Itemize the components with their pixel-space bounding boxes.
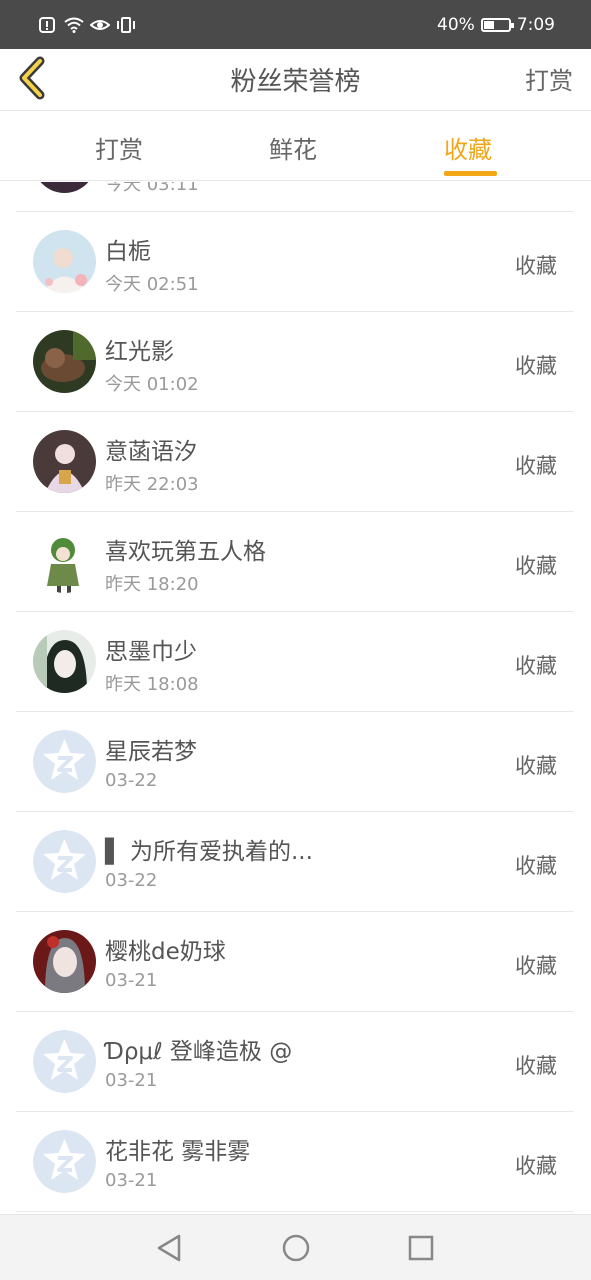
- chevron-left-icon: [19, 56, 45, 100]
- list-item[interactable]: 思墨巾少 昨天 18:08 收藏: [16, 612, 574, 712]
- default-avatar-icon: [33, 1130, 96, 1193]
- wifi-icon: [64, 17, 84, 33]
- list-item[interactable]: 星辰若梦 03-22 收藏: [16, 712, 574, 812]
- list-item[interactable]: 花非花 雾非雾 03-21 收藏: [16, 1112, 574, 1212]
- list-item-time: 03-21: [105, 1070, 158, 1091]
- list-item-action: 收藏: [515, 854, 557, 878]
- list-item[interactable]: 白栀 今天 02:51 收藏: [16, 212, 574, 312]
- page-title: 粉丝荣誉榜: [230, 67, 361, 97]
- back-button[interactable]: [14, 55, 54, 101]
- tab-bar: 打赏 鲜花 收藏: [0, 112, 591, 181]
- avatar: [33, 930, 96, 993]
- status-right: 40% 7:09: [437, 15, 555, 35]
- list-item[interactable]: ▌ 为所有爱执着的... 03-22 收藏: [16, 812, 574, 912]
- alert-icon: [38, 16, 56, 33]
- list-item-name: 喜欢玩第五人格: [105, 539, 266, 565]
- list-item-action: 收藏: [515, 254, 557, 278]
- nav-back-button[interactable]: [155, 1233, 185, 1263]
- eye-icon: [89, 17, 111, 33]
- list-item-name: 樱桃de奶球: [105, 939, 226, 965]
- nav-back-icon: [157, 1234, 181, 1262]
- list-item-action: 收藏: [515, 454, 557, 478]
- list-item-action: 收藏: [515, 554, 557, 578]
- list-item[interactable]: 樱桃de奶球 03-21 收藏: [16, 912, 574, 1012]
- list-item[interactable]: 红光影 今天 01:02 收藏: [16, 312, 574, 412]
- nav-recents-button[interactable]: [406, 1233, 436, 1263]
- tab-favorites[interactable]: 收藏: [444, 130, 492, 165]
- system-nav-bar: [0, 1214, 591, 1280]
- list-item-time: 今天 02:51: [105, 274, 199, 295]
- list-item-time: 03-21: [105, 970, 158, 991]
- list-item-name: 意菡语汐: [105, 439, 197, 465]
- status-bar: 40% 7:09: [0, 0, 591, 49]
- list-item-name: 思墨巾少: [105, 639, 197, 665]
- list-item-time: 今天 01:02: [105, 374, 199, 395]
- default-avatar-icon: [33, 1030, 96, 1093]
- list-item-action: 收藏: [515, 954, 557, 978]
- default-avatar-icon: [33, 830, 96, 893]
- list-item[interactable]: Ɗρμℓ 登峰造极 @ 03-21 收藏: [16, 1012, 574, 1112]
- list-item-name: 花非花 雾非雾: [105, 1139, 251, 1165]
- list-item-time: 昨天 18:20: [105, 574, 199, 595]
- app-header: 粉丝荣誉榜 打赏: [0, 49, 591, 111]
- list-item-action: 收藏: [515, 1154, 557, 1178]
- list-item-name: 白栀: [105, 239, 151, 265]
- list-item[interactable]: 喜欢玩第五人格 昨天 18:20 收藏: [16, 512, 574, 612]
- list-item-time: 今天 03:11: [105, 182, 199, 195]
- nav-recents-icon: [408, 1235, 434, 1261]
- list-item-name: 星辰若梦: [105, 739, 197, 765]
- avatar: [33, 430, 96, 493]
- avatar: [33, 330, 96, 393]
- avatar: [33, 182, 96, 193]
- battery-percent: 40%: [437, 14, 475, 35]
- reward-button[interactable]: 打赏: [525, 61, 573, 96]
- list-item-time: 03-22: [105, 770, 158, 791]
- list-item-action: 收藏: [515, 754, 557, 778]
- default-avatar-icon: [33, 730, 96, 793]
- list-item[interactable]: 意菡语汐 昨天 22:03 收藏: [16, 412, 574, 512]
- tab-reward[interactable]: 打赏: [95, 130, 143, 165]
- tab-flowers[interactable]: 鲜花: [269, 130, 317, 165]
- list-item-time: 昨天 22:03: [105, 474, 199, 495]
- vibrate-icon: [116, 16, 135, 33]
- list-item-name: ▌ 为所有爱执着的...: [105, 839, 313, 865]
- battery-icon: [480, 17, 514, 32]
- tab-indicator: [444, 171, 497, 176]
- nav-home-icon: [282, 1234, 310, 1262]
- status-icons: [38, 16, 135, 33]
- list-item-action: 收藏: [515, 354, 557, 378]
- avatar: [33, 230, 96, 293]
- fan-list: 今天 03:11 白栀 今天 02:51 收藏 红光影 今天 01:02 收藏 …: [16, 182, 574, 1214]
- list-item-name: 红光影: [105, 339, 174, 365]
- list-item-time: 03-21: [105, 1170, 158, 1191]
- avatar: [33, 530, 96, 593]
- list-item-time: 昨天 18:08: [105, 674, 199, 695]
- list-item-time: 03-22: [105, 870, 158, 891]
- nav-home-button[interactable]: [281, 1233, 311, 1263]
- list-item-partial[interactable]: 今天 03:11: [16, 182, 574, 212]
- list-item-name: Ɗρμℓ 登峰造极 @: [105, 1039, 293, 1065]
- list-item-action: 收藏: [515, 1054, 557, 1078]
- clock: 7:09: [516, 14, 555, 35]
- list-item-action: 收藏: [515, 654, 557, 678]
- avatar: [33, 630, 96, 693]
